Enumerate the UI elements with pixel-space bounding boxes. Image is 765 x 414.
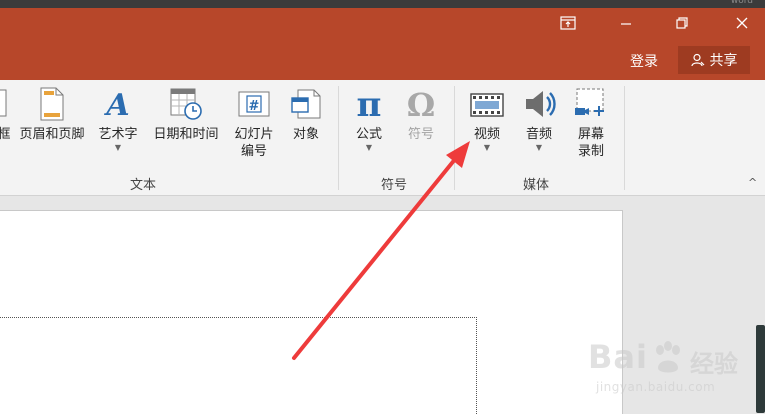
restore-icon bbox=[676, 17, 688, 29]
audio-icon bbox=[526, 91, 556, 117]
group-label-symbols: 符号 bbox=[381, 178, 408, 193]
paw-icon bbox=[656, 341, 680, 373]
close-icon bbox=[736, 17, 748, 29]
top-strip: word bbox=[0, 0, 765, 8]
slide-number-label-line2: 编号 bbox=[240, 144, 267, 159]
equation-button[interactable]: π 公式 ▼ bbox=[346, 86, 392, 153]
wordart-icon: A bbox=[103, 88, 129, 122]
login-link[interactable]: 登录 bbox=[630, 51, 658, 71]
watermark-url: jingyan.baidu.com bbox=[596, 380, 716, 394]
close-button[interactable] bbox=[722, 10, 762, 36]
ribbon-display-options-button[interactable] bbox=[548, 10, 588, 36]
screen-record-icon bbox=[575, 88, 604, 116]
header-footer-label: 页眉和页脚 bbox=[19, 127, 85, 142]
minimize-button[interactable] bbox=[606, 10, 646, 36]
collapse-ribbon-button[interactable]: ^ bbox=[748, 176, 757, 189]
group-label-text: 文本 bbox=[130, 178, 157, 193]
screen-recording-label-line1: 屏幕 bbox=[577, 127, 604, 142]
minimize-icon bbox=[621, 23, 631, 25]
symbol-button[interactable]: Ω 符号 bbox=[398, 86, 444, 143]
group-label-media: 媒体 bbox=[523, 178, 550, 193]
pi-icon: π bbox=[357, 86, 382, 122]
restore-button[interactable] bbox=[662, 10, 702, 36]
textbox-label: 框 bbox=[0, 127, 11, 142]
date-time-button[interactable]: 日期和时间 bbox=[146, 86, 226, 143]
slide-number-label-line1: 幻灯片 bbox=[234, 127, 274, 142]
textbox-button[interactable]: 框 bbox=[0, 86, 14, 143]
baidu-watermark: Bai 经验 jingyan.baidu.com bbox=[560, 336, 760, 406]
chevron-up-icon: ^ bbox=[748, 176, 758, 189]
symbol-label: 符号 bbox=[407, 127, 434, 142]
equation-dropdown-arrow: ▼ bbox=[365, 143, 373, 152]
date-time-icon bbox=[170, 88, 202, 120]
wordart-label: 艺术字 bbox=[98, 127, 138, 142]
content-placeholder[interactable] bbox=[0, 317, 477, 414]
screen-recording-button[interactable]: 屏幕 录制 bbox=[568, 86, 614, 160]
object-icon bbox=[291, 89, 321, 119]
wordart-dropdown-arrow: ▼ bbox=[114, 143, 122, 152]
video-dropdown-arrow: ▼ bbox=[483, 143, 491, 152]
date-time-label: 日期和时间 bbox=[153, 127, 219, 142]
object-label: 对象 bbox=[292, 127, 319, 142]
background-window-title: word bbox=[730, 0, 753, 6]
header-footer-button[interactable]: 页眉和页脚 bbox=[14, 86, 90, 143]
slide-number-button[interactable]: # 幻灯片 编号 bbox=[228, 86, 280, 160]
insert-ribbon: 框 页眉和页脚 A 艺术字 ▼ 日期和时间 # 幻灯片 编号 对象 文本 π 公… bbox=[0, 80, 765, 196]
textbox-icon bbox=[0, 89, 7, 117]
watermark-brand-jingyan: 经验 bbox=[690, 350, 738, 378]
screen-recording-label-line2: 录制 bbox=[577, 144, 604, 159]
omega-icon: Ω bbox=[407, 86, 435, 122]
video-icon bbox=[470, 93, 504, 117]
svg-text:π: π bbox=[357, 86, 382, 122]
header-footer-icon bbox=[40, 87, 64, 121]
watermark-brand: Bai bbox=[588, 338, 648, 376]
video-button[interactable]: 视频 ▼ bbox=[464, 86, 510, 153]
share-label: 共享 bbox=[709, 53, 738, 69]
object-button[interactable]: 对象 bbox=[284, 86, 328, 143]
svg-text:Ω: Ω bbox=[407, 86, 435, 122]
group-separator bbox=[624, 86, 625, 190]
person-icon bbox=[690, 53, 704, 67]
group-separator bbox=[338, 86, 339, 190]
group-separator bbox=[454, 86, 455, 190]
equation-label: 公式 bbox=[355, 127, 382, 142]
title-bar: 登录 共享 bbox=[0, 8, 765, 80]
audio-dropdown-arrow: ▼ bbox=[535, 143, 543, 152]
audio-label: 音频 bbox=[525, 127, 552, 142]
ribbon-display-icon bbox=[560, 16, 576, 30]
audio-button[interactable]: 音频 ▼ bbox=[516, 86, 562, 153]
wordart-button[interactable]: A 艺术字 ▼ bbox=[94, 86, 142, 153]
svg-text:A: A bbox=[103, 88, 129, 122]
slide-number-icon: # bbox=[238, 91, 270, 117]
video-label: 视频 bbox=[473, 127, 500, 142]
share-button[interactable]: 共享 bbox=[678, 46, 750, 74]
